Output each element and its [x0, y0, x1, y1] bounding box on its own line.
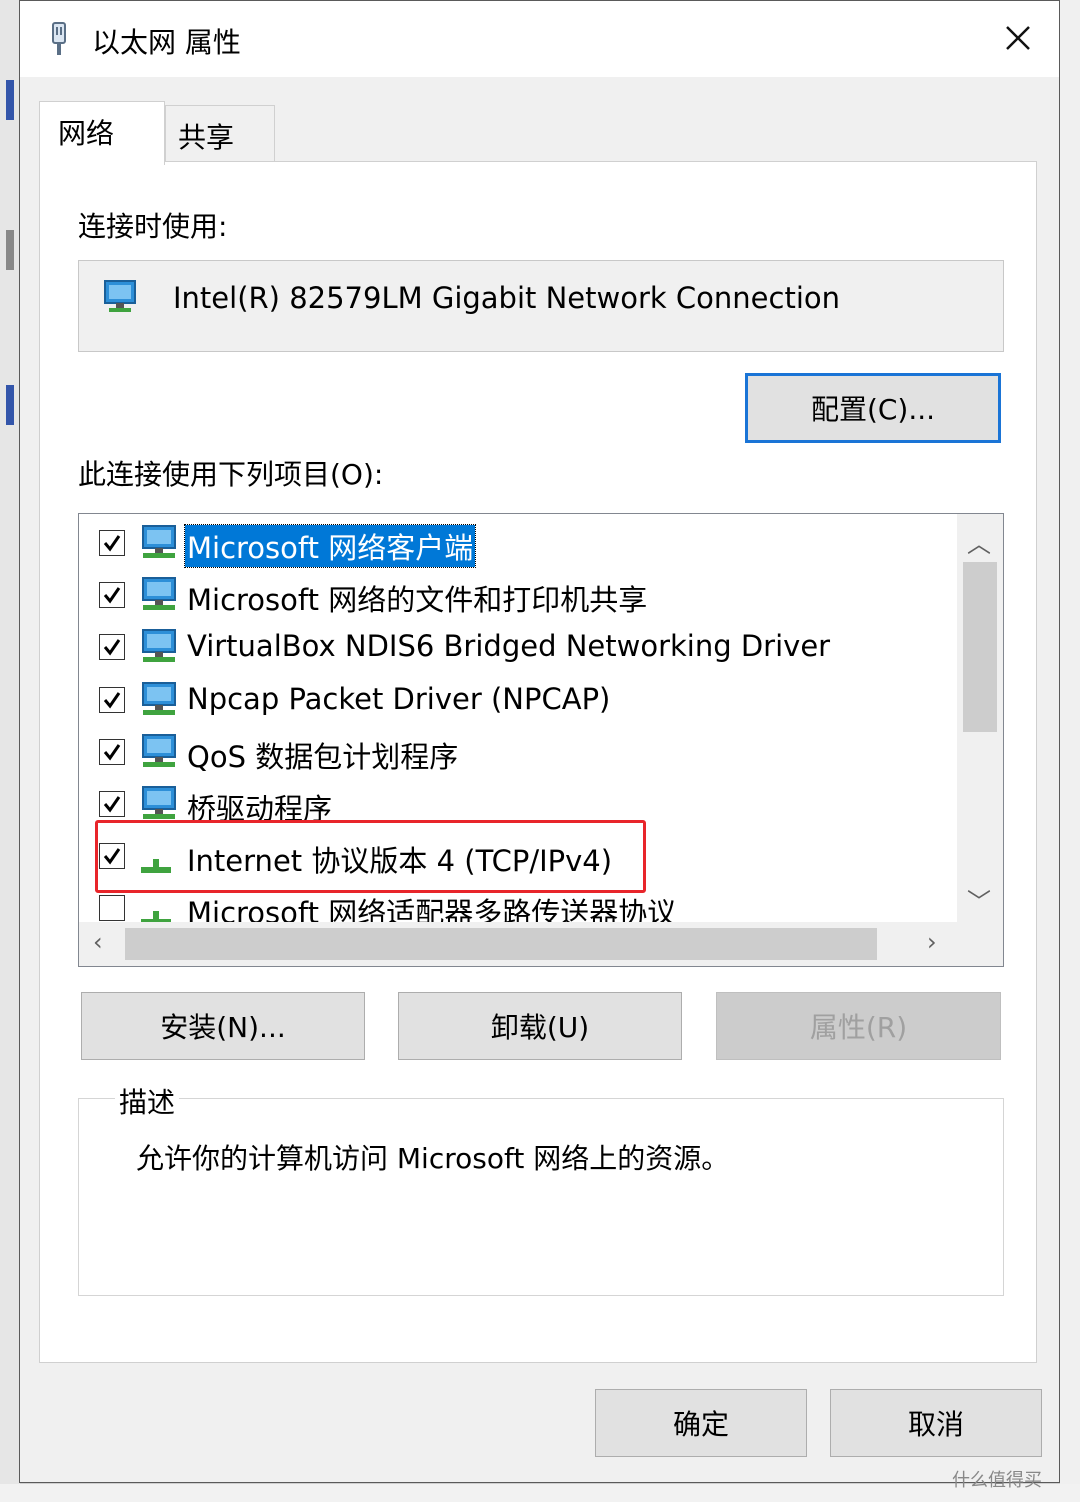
ethernet-properties-dialog: 以太网 属性 网络 共享 连接时使用: Intel(R) 82579LM Gig… [19, 0, 1060, 1483]
network-service-icon [142, 577, 176, 611]
network-adapter-icon [104, 280, 136, 312]
checkmark-icon [103, 691, 121, 709]
checkmark-icon [103, 639, 121, 656]
background-fragment [6, 385, 14, 425]
scroll-left-icon[interactable]: ‹ [93, 928, 103, 956]
uninstall-button[interactable]: 卸载(U) [398, 992, 682, 1060]
list-item[interactable]: Microsoft 网络的文件和打印机共享 [79, 570, 959, 622]
window-title: 以太网 属性 [92, 26, 241, 59]
item-checkbox[interactable] [99, 530, 125, 556]
checkmark-icon [103, 535, 121, 552]
item-label: Microsoft 网络客户端 [183, 524, 477, 568]
configure-button[interactable]: 配置(C)... [745, 373, 1001, 443]
item-checkbox[interactable] [99, 686, 125, 713]
item-label: Npcap Packet Driver (NPCAP) [187, 681, 611, 716]
network-service-icon [142, 786, 176, 819]
list-item[interactable]: Npcap Packet Driver (NPCAP) [79, 675, 959, 727]
item-checkbox[interactable] [99, 582, 125, 609]
item-checkbox[interactable] [99, 791, 125, 817]
background-fragment [6, 230, 14, 270]
tab-sharing-label: 共享 [178, 121, 235, 154]
scroll-up-icon[interactable]: ︿ [967, 524, 991, 559]
network-service-icon [142, 733, 176, 767]
list-item[interactable]: Microsoft 网络客户端 [79, 518, 959, 570]
components-list[interactable]: Microsoft 网络客户端 Microsoft 网络的文件和打印机共享 Virt… [78, 513, 1004, 967]
item-label: Microsoft 网络的文件和打印机共享 [187, 583, 648, 618]
vertical-scroll-thumb[interactable] [963, 562, 997, 732]
install-button[interactable]: 安装(N)... [81, 992, 365, 1060]
network-service-icon [142, 629, 176, 663]
cancel-button[interactable]: 取消 [830, 1389, 1042, 1457]
tab-network-label: 网络 [58, 117, 115, 150]
description-group [78, 1098, 1004, 1296]
network-service-icon [142, 681, 176, 715]
item-label: QoS 数据包计划程序 [187, 739, 459, 774]
title-bar: 以太网 属性 [20, 1, 1059, 77]
watermark: 什么值得买 [952, 1470, 1042, 1491]
close-icon[interactable] [995, 15, 1041, 61]
ok-button[interactable]: 确定 [595, 1389, 807, 1457]
background-window-left [0, 0, 20, 1502]
item-checkbox[interactable] [99, 738, 125, 765]
checkmark-icon [103, 796, 121, 813]
background-window-bottom [0, 1484, 1080, 1502]
list-item[interactable]: VirtualBox NDIS6 Bridged Networking Driv… [79, 622, 959, 674]
highlight-annotation-box [95, 820, 646, 893]
adapter-field: Intel(R) 82579LM Gigabit Network Connect… [78, 260, 1004, 352]
list-item[interactable]: QoS 数据包计划程序 [79, 727, 959, 779]
item-checkbox[interactable] [99, 895, 125, 922]
network-client-icon [142, 525, 176, 558]
adapter-name: Intel(R) 82579LM Gigabit Network Connect… [173, 281, 840, 315]
connect-using-label: 连接时使用: [78, 210, 228, 243]
background-window-right [1060, 0, 1080, 1502]
network-plug-icon [52, 22, 66, 55]
item-checkbox[interactable] [99, 634, 125, 661]
horizontal-scrollbar[interactable]: ‹ › [79, 922, 1003, 966]
tab-sharing[interactable]: 共享 [165, 105, 275, 161]
item-label: VirtualBox NDIS6 Bridged Networking Driv… [187, 629, 831, 664]
description-text: 允许你的计算机访问 Microsoft 网络上的资源。 [136, 1142, 730, 1175]
checkmark-icon [103, 587, 121, 604]
horizontal-scroll-thumb[interactable] [125, 928, 877, 960]
vertical-scrollbar[interactable]: ︿ ﹀ [957, 514, 1003, 922]
tab-network[interactable]: 网络 [39, 101, 165, 165]
background-fragment [6, 80, 14, 120]
description-legend: 描述 [115, 1081, 180, 1121]
checkmark-icon [103, 743, 121, 761]
items-section-label: 此连接使用下列项目(O): [78, 458, 384, 491]
scroll-right-icon[interactable]: › [927, 928, 937, 956]
scroll-down-icon[interactable]: ﹀ [967, 882, 991, 917]
properties-button: 属性(R) [716, 992, 1001, 1060]
